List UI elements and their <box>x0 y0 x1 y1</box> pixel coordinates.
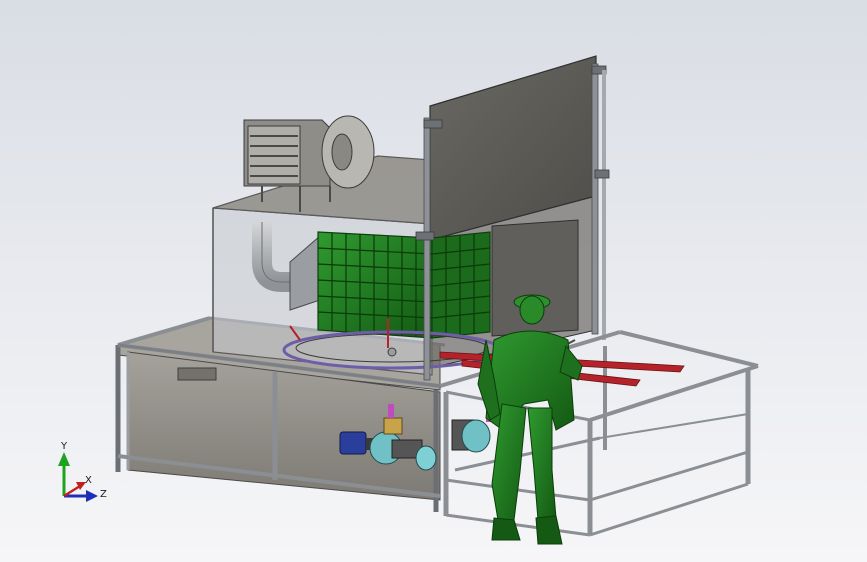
cad-assembly-scene[interactable] <box>0 0 867 562</box>
y-axis-label: Y <box>61 441 68 452</box>
filter-basket <box>317 231 491 339</box>
x-axis-label: X <box>85 475 92 486</box>
z-axis-label: Z <box>100 489 107 500</box>
coordinate-triad-icon[interactable]: Y X Z <box>52 440 112 510</box>
3d-graphics-viewport[interactable]: Y X Z <box>0 0 867 562</box>
